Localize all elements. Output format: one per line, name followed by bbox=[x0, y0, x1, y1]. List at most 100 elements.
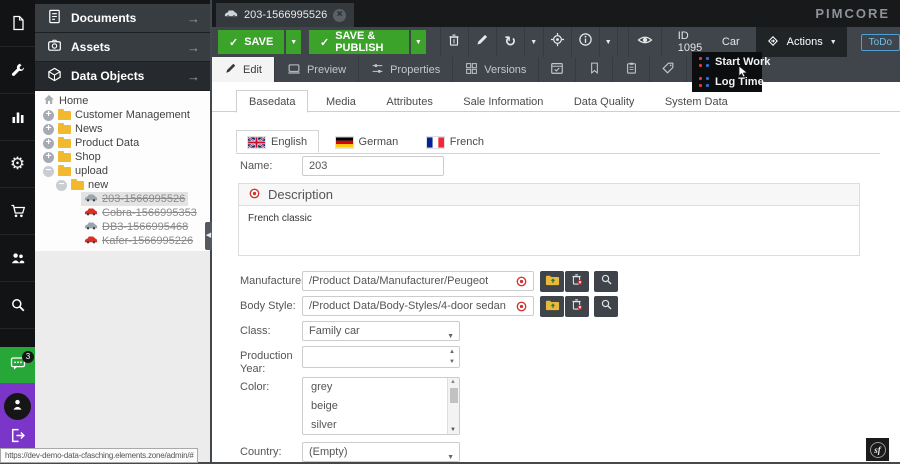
search-reference-button[interactable] bbox=[594, 296, 618, 317]
color-option[interactable]: beige bbox=[303, 397, 459, 416]
arrow-right-icon[interactable]: → bbox=[187, 40, 200, 55]
expand-icon[interactable]: + bbox=[43, 138, 54, 149]
save-button[interactable]: ✓ SAVE bbox=[218, 30, 284, 54]
rename-button[interactable] bbox=[468, 27, 496, 57]
preview-group bbox=[628, 27, 662, 57]
settings-rail-button[interactable]: ⚙ bbox=[0, 141, 35, 188]
body-style-input[interactable]: /Product Data/Body-Styles/4-door sedan bbox=[302, 296, 534, 316]
monitor-icon bbox=[287, 62, 301, 78]
tab-schedule[interactable] bbox=[539, 57, 576, 82]
color-option[interactable]: silver bbox=[303, 416, 459, 435]
open-preview-button[interactable] bbox=[628, 27, 662, 57]
tab-properties[interactable]: Properties bbox=[359, 57, 453, 82]
tree-item-news[interactable]: + News bbox=[35, 122, 210, 136]
reports-rail-button[interactable] bbox=[0, 94, 35, 141]
tree-item-home[interactable]: Home bbox=[35, 94, 210, 108]
arrow-right-icon[interactable]: → bbox=[187, 11, 200, 26]
tab-notes[interactable] bbox=[576, 57, 613, 82]
menu-item-start-work[interactable]: Start Work bbox=[692, 52, 762, 72]
info-dropdown-button[interactable]: ▼ bbox=[599, 27, 618, 57]
accordion-label: Data Objects bbox=[71, 69, 144, 83]
save-publish-dropdown-button[interactable]: ▼ bbox=[411, 30, 426, 54]
tree-item-203[interactable]: 203-1566995526 bbox=[35, 192, 210, 206]
description-editor[interactable]: French classic bbox=[238, 206, 860, 256]
symfony-debug-button[interactable]: sf bbox=[866, 438, 889, 461]
tab-preview[interactable]: Preview bbox=[275, 57, 359, 82]
tab-tags[interactable] bbox=[650, 57, 687, 82]
spin-down-icon[interactable]: ▼ bbox=[449, 359, 455, 365]
accordion-assets[interactable]: Assets → bbox=[35, 33, 210, 62]
upload-folder-button[interactable] bbox=[540, 296, 564, 317]
icon-rail: ⚙ 3 CO bbox=[0, 0, 35, 464]
save-dropdown-button[interactable]: ▼ bbox=[286, 30, 301, 54]
tree-item-label: News bbox=[75, 123, 103, 135]
tab-reports[interactable] bbox=[613, 57, 650, 82]
delete-button[interactable] bbox=[440, 27, 468, 57]
tree-item-shop[interactable]: + Shop bbox=[35, 150, 210, 164]
search-reference-button[interactable] bbox=[594, 271, 618, 292]
remove-reference-button[interactable] bbox=[565, 271, 589, 292]
menu-item-log-time[interactable]: Log Time bbox=[692, 72, 762, 92]
tab-versions[interactable]: Versions bbox=[453, 57, 539, 82]
open-object-tab[interactable]: 203-1566995526 × bbox=[216, 3, 354, 27]
edit-content: Basedata Media Attributes Sale Informati… bbox=[212, 82, 900, 464]
info-button[interactable] bbox=[571, 27, 599, 57]
tree-item-new[interactable]: − new bbox=[35, 178, 210, 192]
collapse-icon[interactable]: − bbox=[56, 180, 67, 191]
main-area: 203-1566995526 × PIMCORE ✓ SAVE ▼ ✓ SAVE… bbox=[212, 0, 900, 464]
locate-in-tree-button[interactable] bbox=[543, 27, 571, 57]
remove-reference-button[interactable] bbox=[565, 296, 589, 317]
scrollbar-thumb[interactable] bbox=[450, 388, 458, 403]
search-rail-button[interactable] bbox=[0, 282, 35, 329]
class-select[interactable]: Family car ▼ bbox=[302, 321, 460, 341]
collapse-icon[interactable]: − bbox=[43, 166, 54, 177]
panel-collapse-handle[interactable]: ◀ bbox=[205, 222, 212, 250]
actions-menu: Start Work Log Time bbox=[692, 52, 762, 92]
chat-rail-button[interactable]: 3 bbox=[0, 347, 35, 383]
expand-icon[interactable]: + bbox=[43, 110, 54, 121]
name-input[interactable]: 203 bbox=[302, 156, 444, 176]
color-multiselect[interactable]: grey beige silver ▲ ▼ bbox=[302, 377, 460, 435]
tab-edit[interactable]: Edit bbox=[212, 57, 275, 82]
folder-up-icon bbox=[545, 298, 560, 316]
scroll-up-icon[interactable]: ▲ bbox=[450, 379, 456, 385]
country-label: Country: bbox=[240, 442, 302, 462]
actions-dropdown-button[interactable]: Actions ▼ bbox=[756, 27, 847, 57]
tools-rail-button[interactable] bbox=[0, 47, 35, 94]
listbox-scrollbar[interactable]: ▲ ▼ bbox=[447, 378, 459, 434]
tree-item-kafer[interactable]: Kafer-1566995226 bbox=[35, 234, 210, 248]
tree-item-upload[interactable]: − upload bbox=[35, 164, 210, 178]
expand-icon[interactable]: + bbox=[43, 152, 54, 163]
eye-icon bbox=[637, 32, 653, 53]
documents-rail-button[interactable] bbox=[0, 0, 35, 47]
tree-item-label: 203-1566995526 bbox=[102, 193, 185, 205]
save-publish-button[interactable]: ✓ SAVE & PUBLISH bbox=[309, 30, 409, 54]
accordion-documents[interactable]: Documents → bbox=[35, 4, 210, 33]
country-select[interactable]: (Empty) ▼ bbox=[302, 442, 460, 462]
arrow-right-icon[interactable]: → bbox=[187, 69, 200, 84]
color-option[interactable]: grey bbox=[303, 378, 459, 397]
ecommerce-rail-button[interactable] bbox=[0, 188, 35, 235]
car-icon-grey bbox=[84, 193, 98, 205]
scroll-down-icon[interactable]: ▼ bbox=[450, 427, 456, 433]
manufacturer-input[interactable]: /Product Data/Manufacturer/Peugeot bbox=[302, 271, 534, 291]
logout-button[interactable] bbox=[9, 427, 26, 449]
spin-up-icon[interactable]: ▲ bbox=[449, 349, 455, 355]
reload-button[interactable]: ↻ bbox=[496, 27, 524, 57]
tree-item-cobra[interactable]: Cobra-1566995353 bbox=[35, 206, 210, 220]
production-year-input[interactable]: ▲ ▼ bbox=[302, 346, 460, 368]
expand-icon[interactable]: + bbox=[43, 124, 54, 135]
manufacturer-label: Manufacturer: bbox=[240, 271, 302, 292]
tree-item-db3[interactable]: DB3-1566995468 bbox=[35, 220, 210, 234]
close-icon[interactable]: × bbox=[333, 9, 346, 22]
workflow-status-badge: ToDo bbox=[861, 34, 900, 51]
users-rail-button[interactable] bbox=[0, 235, 35, 282]
tree-item-customer-management[interactable]: + Customer Management bbox=[35, 108, 210, 122]
upload-folder-button[interactable] bbox=[540, 271, 564, 292]
target-red-icon[interactable] bbox=[515, 275, 528, 291]
accordion-data-objects[interactable]: Data Objects → bbox=[35, 62, 210, 91]
reload-dropdown-button[interactable]: ▼ bbox=[524, 27, 543, 57]
profile-button[interactable] bbox=[4, 393, 31, 420]
target-red-icon[interactable] bbox=[515, 300, 528, 316]
tree-item-product-data[interactable]: + Product Data bbox=[35, 136, 210, 150]
